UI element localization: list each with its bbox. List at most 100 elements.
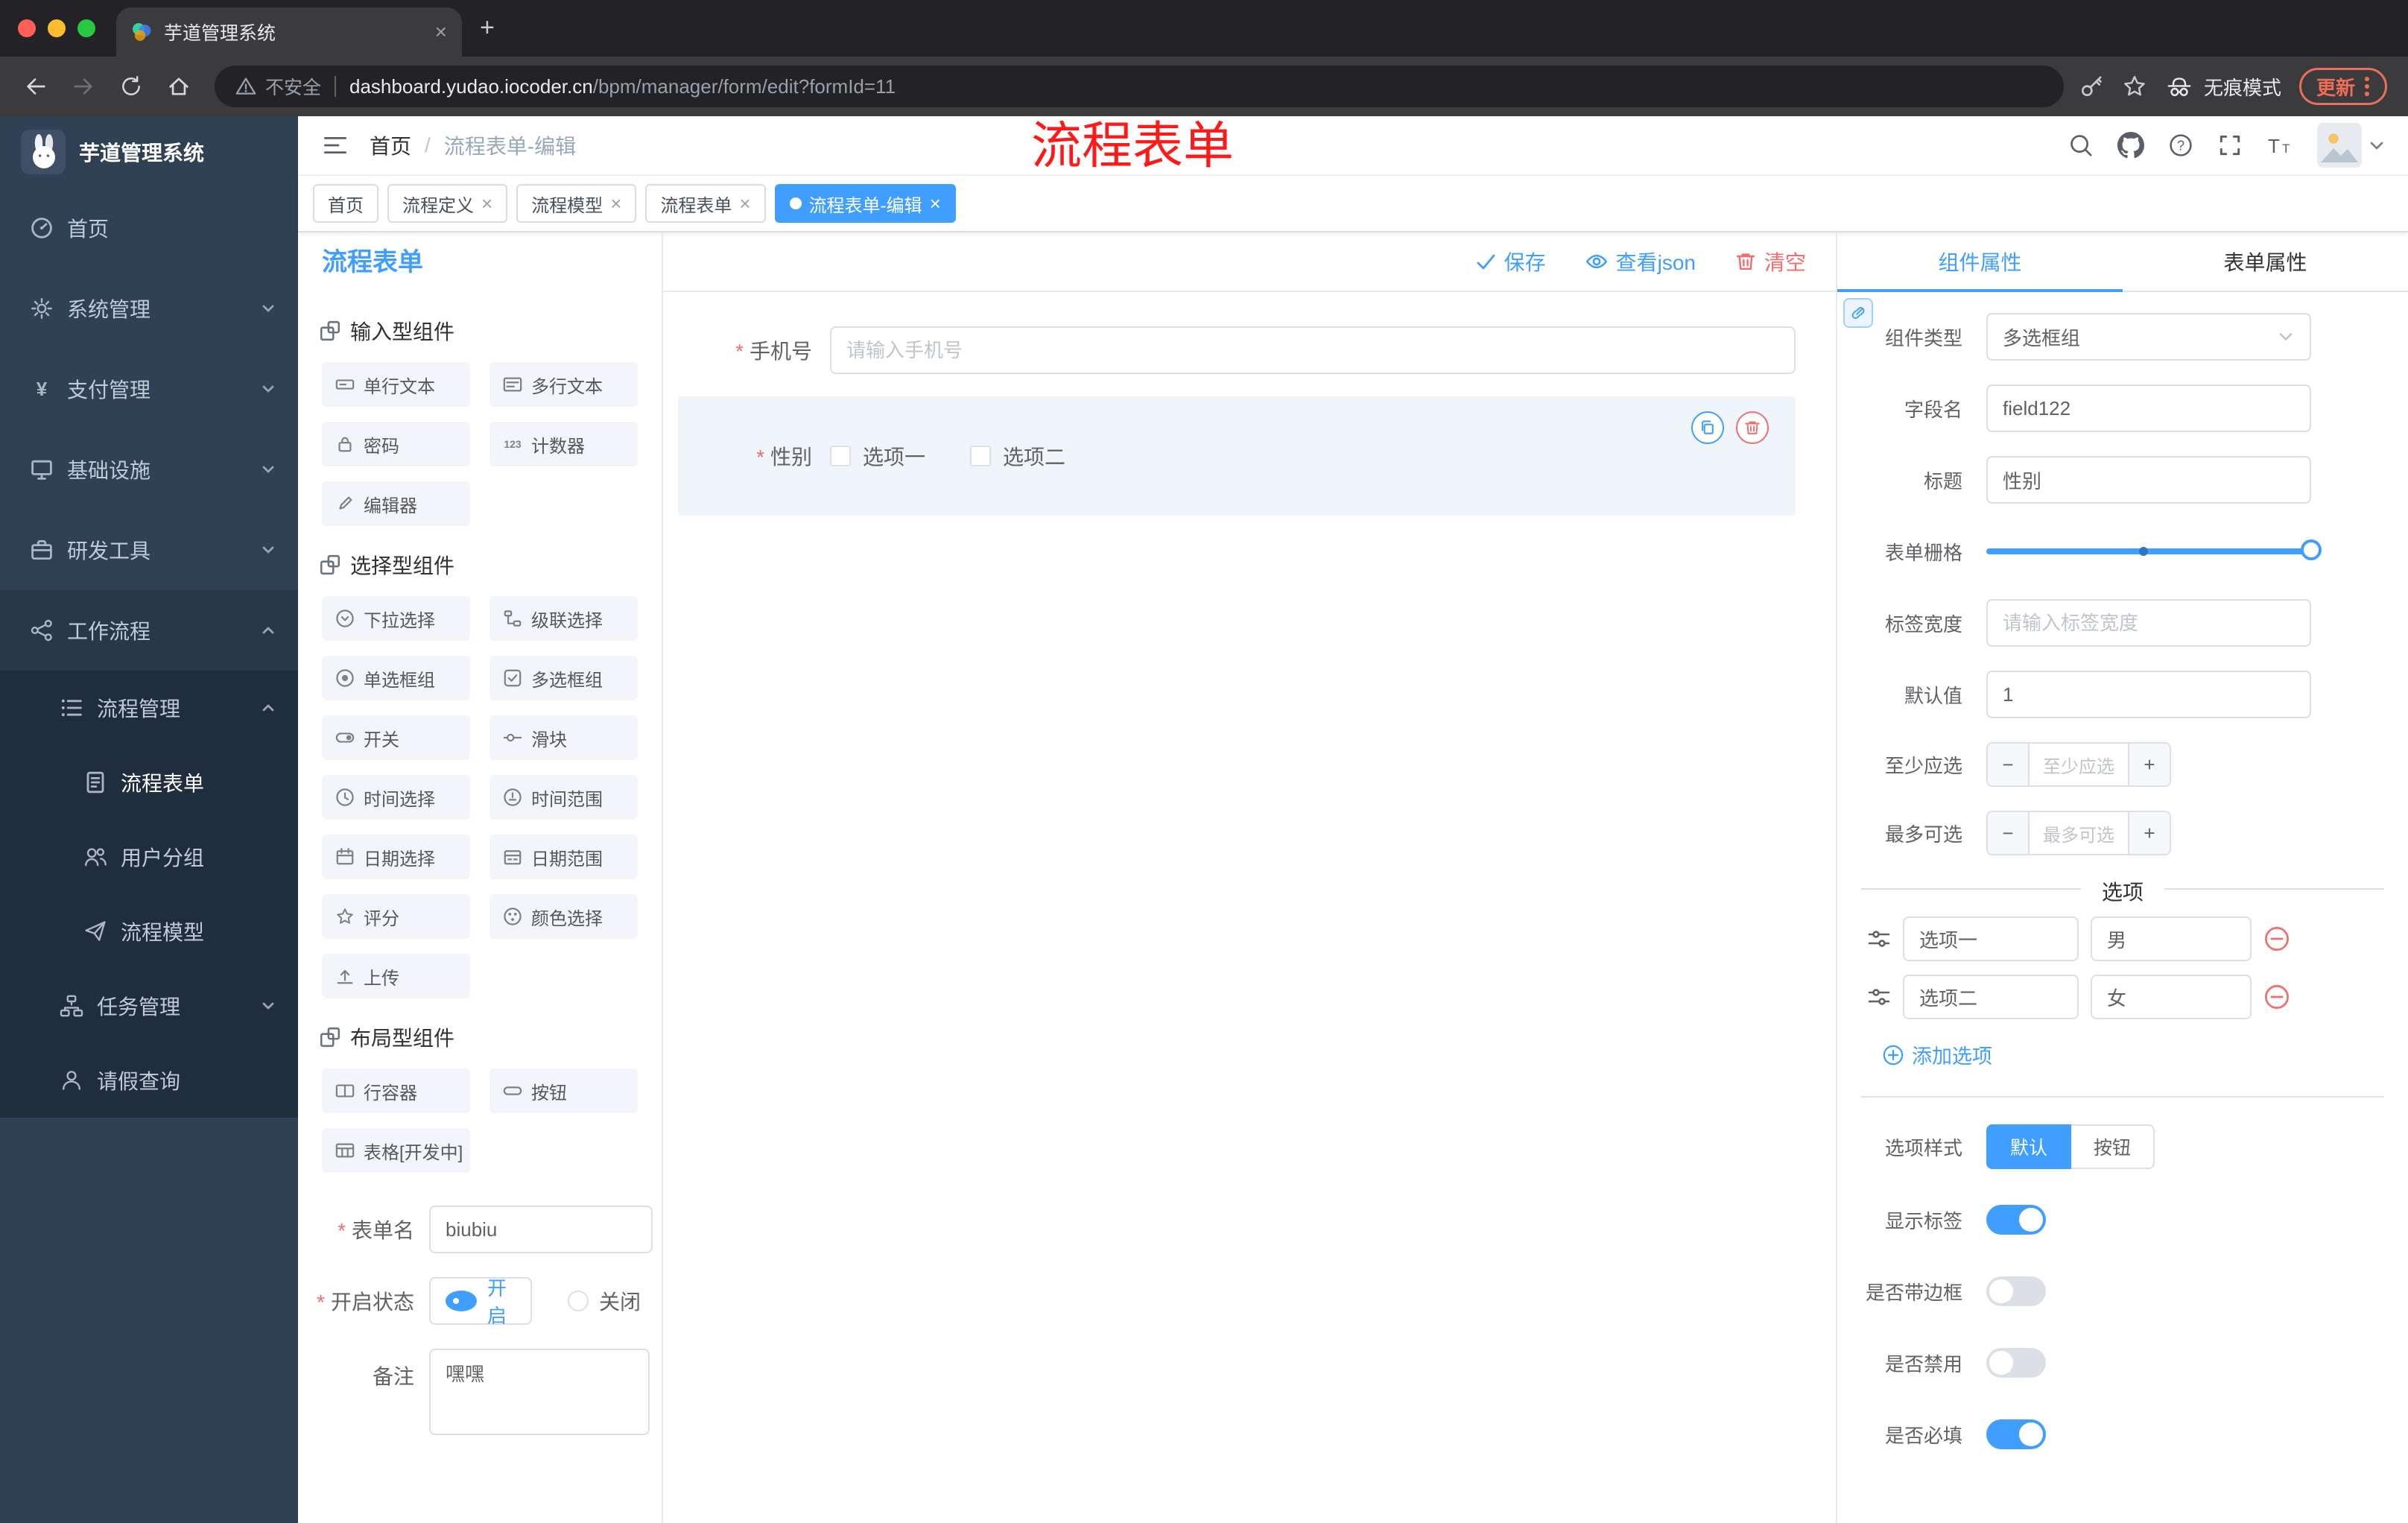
increase-button[interactable]: + bbox=[2128, 812, 2170, 854]
browser-tab[interactable]: 芋道管理系统 × bbox=[116, 7, 462, 57]
copy-component-button[interactable] bbox=[1691, 411, 1724, 444]
grid-slider[interactable] bbox=[1986, 528, 2322, 575]
palette-item-select[interactable]: 下拉选择 bbox=[322, 596, 470, 641]
tab-component-props[interactable]: 组件属性 bbox=[1837, 232, 2123, 292]
save-button[interactable]: 保存 bbox=[1474, 247, 1546, 276]
option-1-label-input[interactable] bbox=[1903, 916, 2079, 961]
font-size-button[interactable]: TT bbox=[2266, 133, 2293, 158]
show-label-switch[interactable] bbox=[1986, 1205, 2046, 1235]
palette-item-upload[interactable]: 上传 bbox=[322, 954, 470, 998]
reload-button[interactable] bbox=[110, 66, 152, 107]
docs-button[interactable]: ? bbox=[2168, 133, 2193, 158]
disabled-switch[interactable] bbox=[1986, 1348, 2046, 1378]
close-icon[interactable]: × bbox=[930, 194, 941, 213]
address-bar[interactable]: 不安全 dashboard.yudao.iocoder.cn /bpm/mana… bbox=[215, 66, 2064, 107]
canvas-field-phone[interactable]: 手机号 bbox=[678, 311, 1796, 389]
gender-option-1-checkbox[interactable]: 选项一 bbox=[830, 441, 925, 471]
palette-item-row-container[interactable]: 行容器 bbox=[322, 1068, 470, 1113]
label-width-input[interactable] bbox=[1986, 599, 2311, 647]
palette-item-date-picker[interactable]: 日期选择 bbox=[322, 835, 470, 879]
palette-item-slider[interactable]: 滑块 bbox=[489, 715, 638, 760]
tab-form-props[interactable]: 表单属性 bbox=[2123, 232, 2408, 291]
new-tab-button[interactable]: + bbox=[480, 15, 495, 40]
close-icon[interactable]: × bbox=[481, 194, 492, 213]
style-button-button[interactable]: 按钮 bbox=[2071, 1124, 2155, 1169]
increase-button[interactable]: + bbox=[2128, 744, 2170, 785]
palette-item-table[interactable]: 表格[开发中] bbox=[322, 1128, 470, 1173]
style-default-button[interactable]: 默认 bbox=[1986, 1124, 2072, 1169]
tag-process-form-edit[interactable]: 流程表单-编辑 × bbox=[774, 184, 956, 223]
title-input[interactable] bbox=[1986, 456, 2311, 504]
remark-textarea[interactable]: 嘿嘿 bbox=[429, 1349, 650, 1435]
status-on-radio[interactable]: 开启 bbox=[429, 1277, 533, 1327]
password-key-button[interactable] bbox=[2079, 74, 2104, 99]
sidebar-item-home[interactable]: 首页 bbox=[0, 188, 298, 268]
remove-option-icon[interactable] bbox=[2263, 984, 2290, 1010]
sidebar-item-process-management[interactable]: 流程管理 bbox=[0, 671, 298, 745]
palette-item-single-line-text[interactable]: 单行文本 bbox=[322, 362, 470, 407]
status-off-radio[interactable]: 关闭 bbox=[568, 1286, 641, 1316]
tab-close-icon[interactable]: × bbox=[435, 22, 447, 42]
close-window-button[interactable] bbox=[18, 19, 36, 37]
drag-handle-icon[interactable] bbox=[1867, 985, 1891, 1009]
palette-item-editor[interactable]: 编辑器 bbox=[322, 481, 470, 526]
drawing-board[interactable]: 手机号 性别 选项一 选项二 bbox=[663, 292, 1836, 1523]
sidebar-item-payment-management[interactable]: ¥ 支付管理 bbox=[0, 349, 298, 429]
slider-handle[interactable] bbox=[2301, 539, 2322, 560]
sidebar-item-infrastructure[interactable]: 基础设施 bbox=[0, 429, 298, 510]
anchor-link-button[interactable] bbox=[1843, 298, 1873, 328]
field-name-input[interactable] bbox=[1986, 384, 2311, 432]
bookmark-button[interactable] bbox=[2122, 74, 2147, 99]
palette-item-counter[interactable]: 123 计数器 bbox=[489, 422, 638, 466]
palette-item-button[interactable]: 按钮 bbox=[489, 1068, 638, 1113]
search-button[interactable] bbox=[2068, 133, 2094, 158]
palette-item-date-range[interactable]: 日期范围 bbox=[489, 835, 638, 879]
required-switch[interactable] bbox=[1986, 1419, 2046, 1449]
sidebar-item-task-management[interactable]: 任务管理 bbox=[0, 969, 298, 1043]
palette-item-cascader[interactable]: 级联选择 bbox=[489, 596, 638, 641]
breadcrumb-home[interactable]: 首页 bbox=[370, 130, 411, 160]
close-icon[interactable]: × bbox=[610, 194, 621, 213]
min-select-value[interactable]: 至少应选 bbox=[2030, 744, 2128, 785]
default-value-input[interactable] bbox=[1986, 671, 2311, 718]
zoom-window-button[interactable] bbox=[77, 19, 95, 37]
palette-item-color-picker[interactable]: 颜色选择 bbox=[489, 894, 638, 939]
tag-home[interactable]: 首页 bbox=[313, 184, 378, 223]
phone-input[interactable] bbox=[830, 326, 1796, 374]
sidebar-item-user-group[interactable]: 用户分组 bbox=[0, 820, 298, 894]
palette-item-multi-line-text[interactable]: 多行文本 bbox=[489, 362, 638, 407]
with-border-switch[interactable] bbox=[1986, 1276, 2046, 1306]
sidebar-item-process-form[interactable]: 流程表单 bbox=[0, 745, 298, 820]
option-1-value-input[interactable] bbox=[2091, 916, 2252, 961]
decrease-button[interactable]: − bbox=[1988, 744, 2030, 785]
palette-item-checkbox-group[interactable]: 多选框组 bbox=[489, 656, 638, 700]
remove-option-icon[interactable] bbox=[2263, 925, 2290, 952]
add-option-button[interactable]: 添加选项 bbox=[1882, 1040, 2408, 1069]
back-button[interactable] bbox=[15, 66, 57, 107]
tag-process-definition[interactable]: 流程定义 × bbox=[387, 184, 508, 223]
clear-button[interactable]: 清空 bbox=[1734, 247, 1806, 276]
palette-item-time-range[interactable]: 时间范围 bbox=[489, 775, 638, 820]
palette-item-password[interactable]: 密码 bbox=[322, 422, 470, 466]
sidebar-item-system-management[interactable]: 系统管理 bbox=[0, 268, 298, 349]
delete-component-button[interactable] bbox=[1736, 411, 1769, 444]
tag-process-model[interactable]: 流程模型 × bbox=[516, 184, 637, 223]
fullscreen-button[interactable] bbox=[2217, 133, 2243, 158]
option-2-label-input[interactable] bbox=[1903, 975, 2079, 1019]
github-button[interactable] bbox=[2117, 132, 2144, 159]
collapse-sidebar-button[interactable] bbox=[322, 132, 349, 159]
sidebar-item-workflow[interactable]: 工作流程 bbox=[0, 590, 298, 671]
tag-process-form[interactable]: 流程表单 × bbox=[645, 184, 766, 223]
palette-item-rate[interactable]: 评分 bbox=[322, 894, 470, 939]
gender-option-2-checkbox[interactable]: 选项二 bbox=[970, 441, 1065, 471]
palette-item-time-picker[interactable]: 时间选择 bbox=[322, 775, 470, 820]
canvas-field-gender[interactable]: 性别 选项一 选项二 bbox=[678, 396, 1796, 516]
sidebar-item-leave-query[interactable]: 请假查询 bbox=[0, 1043, 298, 1118]
view-json-button[interactable]: 查看json bbox=[1585, 247, 1696, 276]
home-button[interactable] bbox=[158, 66, 200, 107]
sidebar-item-process-model[interactable]: 流程模型 bbox=[0, 894, 298, 969]
close-icon[interactable]: × bbox=[739, 194, 750, 213]
form-name-input[interactable] bbox=[429, 1206, 653, 1253]
minimize-window-button[interactable] bbox=[48, 19, 66, 37]
palette-item-switch[interactable]: 开关 bbox=[322, 715, 470, 760]
